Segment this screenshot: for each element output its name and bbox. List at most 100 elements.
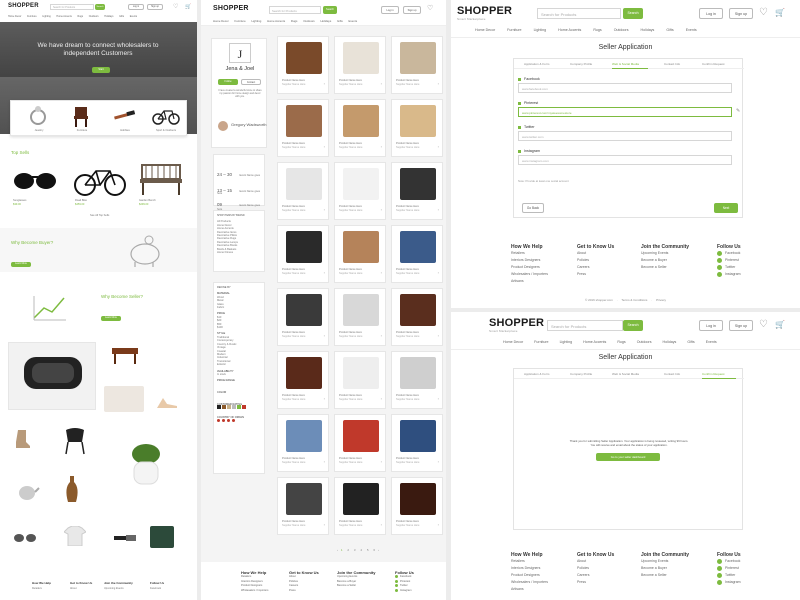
hero-start-button[interactable]: Start: [92, 67, 110, 73]
page-number[interactable]: 2: [347, 548, 349, 552]
chevron-right-icon[interactable]: ›: [381, 459, 382, 464]
product-card[interactable]: Product Name Here Supplier Name Here ›: [277, 351, 329, 409]
product-card-bedroom[interactable]: [104, 386, 144, 412]
footer-link[interactable]: Interiors Designers: [511, 565, 575, 572]
search-button[interactable]: Search: [323, 6, 337, 14]
terms-link[interactable]: Terms & Conditions: [621, 298, 647, 302]
rating-dot[interactable]: [227, 418, 230, 422]
login-button[interactable]: Log in: [699, 8, 723, 19]
rating-dot[interactable]: [222, 418, 225, 422]
contact-button[interactable]: Contact: [241, 79, 261, 85]
page-number[interactable]: 3: [354, 548, 356, 552]
product-card-brush[interactable]: [114, 530, 136, 541]
chevron-right-icon[interactable]: ›: [324, 144, 325, 149]
cart-icon[interactable]: 🛒: [775, 7, 785, 18]
nav-item[interactable]: Furniture: [507, 28, 521, 32]
footer-link[interactable]: About: [577, 558, 639, 565]
footer-link[interactable]: Become a Seller: [641, 572, 715, 579]
refine-option[interactable]: Eclectic: [217, 363, 261, 366]
filter-item[interactable]: Home Fitness: [217, 251, 261, 254]
product-card-teapot[interactable]: [14, 480, 40, 502]
nav-item[interactable]: Gifts: [337, 19, 343, 23]
chevron-right-icon[interactable]: ›: [438, 144, 439, 149]
logo[interactable]: SHOPPER: [213, 5, 249, 12]
step-item-active[interactable]: Confirm Request: [702, 372, 725, 376]
nav-item[interactable]: Gifts: [687, 340, 694, 344]
nav-item[interactable]: Home Accents: [56, 15, 71, 18]
heart-icon[interactable]: ♡: [173, 4, 178, 10]
product-card-circuit[interactable]: [150, 526, 174, 548]
product-card-sunglasses[interactable]: [12, 530, 38, 542]
chevron-right-icon[interactable]: ›: [438, 207, 439, 212]
chevron-right-icon[interactable]: ›: [381, 144, 382, 149]
page-number[interactable]: 5: [367, 548, 369, 552]
chevron-right-icon[interactable]: ›: [324, 207, 325, 212]
product-card[interactable]: Product Name Here Supplier Name Here ›: [334, 225, 386, 283]
nav-item[interactable]: Furniture: [534, 340, 548, 344]
nav-item[interactable]: Home Decor: [503, 340, 523, 344]
footer-link[interactable]: Facebook: [150, 587, 161, 590]
step-item[interactable]: Web & Social Media: [612, 372, 639, 376]
footer-link[interactable]: Wholesalers / Importers: [511, 579, 575, 586]
heart-icon[interactable]: ♡: [427, 5, 433, 13]
top-sell-item[interactable]: Road Bike $459.00: [72, 160, 127, 210]
search-button[interactable]: Search: [95, 4, 105, 10]
chevron-right-icon[interactable]: ›: [438, 459, 439, 464]
product-card[interactable]: Product Name Here Supplier Name Here ›: [334, 99, 386, 157]
login-button[interactable]: Log in: [381, 6, 399, 14]
nav-item[interactable]: Gifts: [119, 15, 124, 18]
step-item[interactable]: Confirm Request: [702, 62, 725, 66]
rating-dot[interactable]: [232, 418, 235, 422]
product-card[interactable]: Product Name Here Supplier Name Here ›: [277, 225, 329, 283]
step-item[interactable]: Contact Info: [664, 62, 680, 66]
logo[interactable]: SHOPPER: [8, 3, 39, 9]
sport-category[interactable]: Sport & Outdoors: [149, 105, 183, 135]
step-item[interactable]: Application & Form: [524, 372, 549, 376]
nav-item[interactable]: Home Accents: [558, 28, 581, 32]
chevron-right-icon[interactable]: ›: [438, 81, 439, 86]
product-card-shirt[interactable]: [63, 525, 87, 547]
search-input[interactable]: Search for Products: [547, 320, 623, 331]
nav-item[interactable]: Lighting: [42, 15, 50, 18]
footer-link[interactable]: Artisans: [511, 278, 575, 285]
footer-link[interactable]: Press: [577, 271, 639, 278]
nav-item[interactable]: Home Decor: [213, 19, 229, 23]
heart-icon[interactable]: ♡: [759, 319, 768, 330]
product-card[interactable]: Product Name Here Supplier Name Here ›: [391, 99, 443, 157]
step-item[interactable]: Contact Info: [664, 372, 680, 376]
page-number[interactable]: 6: [373, 548, 375, 552]
nav-item[interactable]: Furniture: [234, 19, 245, 23]
go-back-button[interactable]: Go Back: [522, 203, 544, 213]
nav-item[interactable]: Holidays: [663, 340, 677, 344]
nav-item[interactable]: Outdoors: [614, 28, 629, 32]
nav-item[interactable]: Lighting: [560, 340, 573, 344]
footer-link[interactable]: Pinterest: [717, 257, 777, 264]
product-card[interactable]: Product Name Here Supplier Name Here ›: [277, 162, 329, 220]
product-card[interactable]: Product Name Here Supplier Name Here ›: [277, 36, 329, 94]
rating-dot[interactable]: [217, 418, 220, 422]
nav-item[interactable]: Events: [686, 28, 697, 32]
chevron-right-icon[interactable]: ›: [381, 396, 382, 401]
nav-item[interactable]: Home Decor: [8, 15, 21, 18]
nav-item[interactable]: Events: [706, 340, 717, 344]
product-card[interactable]: Product Name Here Supplier Name Here ›: [277, 99, 329, 157]
product-card[interactable]: Product Name Here Supplier Name Here ›: [334, 477, 386, 535]
footer-link[interactable]: Upcoming Events: [641, 250, 715, 257]
page-number[interactable]: 4: [360, 548, 362, 552]
footer-link[interactable]: Product Designers: [511, 572, 575, 579]
footer-link[interactable]: Wholesalers / Importers: [241, 589, 289, 594]
chevron-right-icon[interactable]: ›: [438, 333, 439, 338]
cart-icon[interactable]: 🛒: [775, 319, 785, 330]
nav-item[interactable]: Rugs: [291, 19, 298, 23]
chevron-right-icon[interactable]: ›: [438, 270, 439, 275]
nav-item[interactable]: Holidays: [104, 15, 113, 18]
logo[interactable]: SHOPPER Smart Marketplace: [457, 6, 512, 22]
product-card[interactable]: Product Name Here Supplier Name Here ›: [391, 288, 443, 346]
search-input[interactable]: Search for Products: [537, 8, 621, 19]
chevron-right-icon[interactable]: ›: [324, 522, 325, 527]
footer-link[interactable]: Become a Seller: [337, 584, 389, 589]
footer-link[interactable]: About: [70, 587, 77, 590]
cart-icon[interactable]: 🛒: [185, 4, 191, 10]
top-sell-item[interactable]: Sunglasses $39.00: [10, 160, 60, 210]
footer-link[interactable]: Become a Buyer: [641, 565, 715, 572]
